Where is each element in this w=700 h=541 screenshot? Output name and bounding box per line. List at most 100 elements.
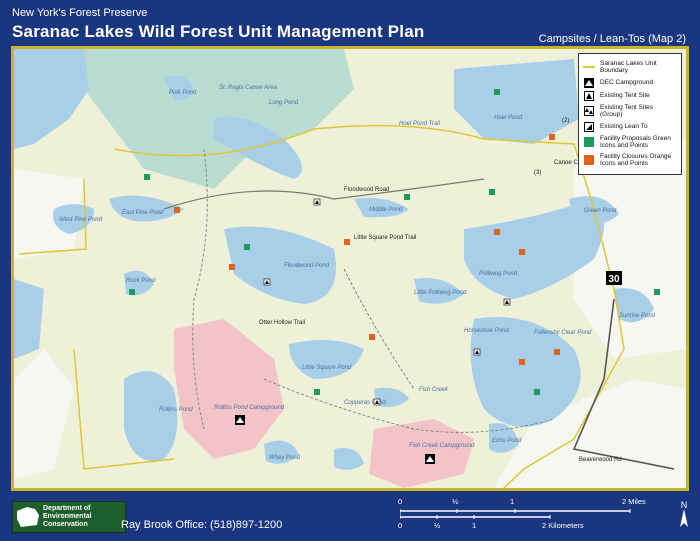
scale-mile-0: 0 [398, 497, 403, 506]
proposal-icon [583, 137, 595, 148]
middle-pond-label: Middle Pond [369, 207, 403, 213]
proposal-marker[interactable] [494, 89, 500, 95]
legend-item: DEC Campground [583, 77, 677, 88]
little-polliwog-label: Little Polliwog Pond [414, 290, 467, 296]
legend-label: Existing Lean To [600, 123, 648, 131]
floodwood-pond-label: Floodwood Pond [284, 263, 330, 269]
campground-icon[interactable] [235, 415, 245, 425]
sunrise-label: Sunrise Pond [619, 313, 656, 319]
closure-marker[interactable] [369, 334, 375, 340]
scale-mile-half: ½ [452, 497, 459, 506]
group-tent-site-icon [583, 106, 595, 117]
ny-state-icon [17, 507, 39, 527]
map-legend: Saranac Lakes Unit Boundary DEC Campgrou… [578, 53, 682, 175]
legend-label: DEC Campground [600, 79, 654, 87]
agency-name: Department of Environmental Conservation [43, 505, 92, 528]
hoel-pond-label: Hoel Pond [494, 115, 523, 121]
closure-marker[interactable] [174, 207, 180, 213]
office-phone: Ray Brook Office: (518)897-1200 [121, 519, 283, 531]
legend-item: Facility Proposals Green Icons and Point… [583, 135, 677, 150]
proposal-marker[interactable] [534, 389, 540, 395]
tent-site-icon [583, 90, 595, 101]
map-frame: New York's Forest Preserve Saranac Lakes… [0, 0, 700, 541]
proposal-marker[interactable] [144, 174, 150, 180]
bear-num-label: (3) [534, 170, 541, 176]
route-30-label: 30 [608, 274, 620, 285]
boundary-line-icon [583, 62, 595, 72]
scale-km-half: ½ [434, 521, 441, 530]
closure-marker[interactable] [494, 229, 500, 235]
proposal-marker[interactable] [314, 389, 320, 395]
east-pine-label: East Pine Pond [122, 210, 164, 216]
green-pond-label: Green Pond [584, 208, 617, 214]
legend-item: Existing Tent Site [583, 90, 677, 101]
follensby-label: Follensby Clear Pond [534, 330, 592, 336]
legend-label: Saranac Lakes Unit Boundary [600, 60, 657, 75]
scale-km-2: 2 Kilometers [542, 521, 584, 530]
tent-site-marker[interactable] [263, 278, 271, 286]
lean-to-icon [583, 121, 595, 132]
scale-mile-2: 2 Miles [622, 497, 646, 506]
page-title: Saranac Lakes Wild Forest Unit Managemen… [12, 22, 425, 41]
west-pine-label: West Pine Pond [59, 217, 103, 223]
closure-marker[interactable] [554, 349, 560, 355]
header-subtitle: New York's Forest Preserve [12, 7, 148, 19]
proposal-marker[interactable] [404, 194, 410, 200]
polliwog-label: Polliwog Pond [479, 271, 518, 277]
little-square-trail-label: Little Square Pond Trail [354, 235, 416, 241]
legend-item: Existing Lean To [583, 121, 677, 132]
scale-mile-1: 1 [510, 497, 515, 506]
legend-label: Facility Closures Orange Icons and Point… [600, 152, 672, 168]
tent-site-marker[interactable] [373, 398, 381, 406]
otter-hollow-label: Otter Hollow Trail [259, 320, 305, 326]
fish-creek-label: Fish Creek [419, 387, 449, 393]
campground-icon [583, 77, 595, 88]
legend-item: Existing Tent Sites (Group) [583, 104, 677, 119]
closure-marker[interactable] [519, 249, 525, 255]
horseshoe-label: Horseshoe Pond [464, 328, 509, 334]
closure-icon [583, 155, 595, 166]
rollins-cg-label: Rollins Pond Campground [214, 405, 285, 411]
legend-item: Facility Closures Orange Icons and Point… [583, 153, 677, 168]
legend-label: Existing Tent Site [600, 92, 650, 100]
north-arrow-icon: N [676, 499, 692, 529]
dec-logo: Department of Environmental Conservation [12, 501, 126, 533]
long-pond-label: Long Pond [269, 100, 299, 106]
closure-marker[interactable] [519, 359, 525, 365]
floodwood-road-label: Floodwood Road [344, 187, 389, 193]
campground-icon[interactable] [425, 454, 435, 464]
pink-pond-label: Pink Pond [169, 90, 197, 96]
rock-pond-label: Rock Pond [126, 278, 156, 284]
pond-water [124, 371, 178, 461]
scale-bar: 0 ½ 1 2 Miles 0 ½ 1 2 Kilometers [390, 495, 670, 539]
svg-text:N: N [681, 500, 688, 510]
scale-km-1: 1 [472, 521, 477, 530]
map-footer: Department of Environmental Conservation… [0, 491, 700, 541]
rollins-label: Rollins Pond [159, 407, 193, 413]
whey-label: Whey Pond [269, 455, 301, 461]
closure-marker[interactable] [549, 134, 555, 140]
map-label: Campsites / Lean-Tos (Map 2) [538, 33, 686, 45]
tent-site-marker[interactable] [473, 348, 481, 356]
closure-marker[interactable] [229, 264, 235, 270]
beaverwood-label: Beaverwood Rd [579, 457, 622, 463]
little-square-label: Little Square Pond [302, 365, 352, 371]
map-panel[interactable]: Pink Pond St. Regis Canoe Area Long Pond… [11, 46, 689, 491]
proposal-marker[interactable] [654, 289, 660, 295]
legend-item: Saranac Lakes Unit Boundary [583, 60, 677, 75]
boundary-two-label: (2) [562, 118, 569, 124]
legend-label: Facility Proposals Green Icons and Point… [600, 134, 671, 150]
tent-site-marker[interactable] [313, 198, 321, 206]
proposal-marker[interactable] [129, 289, 135, 295]
closure-marker[interactable] [344, 239, 350, 245]
scale-km-0: 0 [398, 521, 403, 530]
tent-site-marker[interactable] [503, 298, 511, 306]
legend-label: Existing Tent Sites (Group) [600, 103, 653, 119]
scale-ruler [400, 509, 631, 519]
proposal-marker[interactable] [244, 244, 250, 250]
fish-creek-cg-label: Fish Creek Campground [409, 443, 475, 449]
hoel-pond-trail-label: Hoel Pond Trail [399, 121, 441, 127]
echo-label: Echo Pond [492, 438, 522, 444]
st-regis-label: St. Regis Canoe Area [219, 85, 277, 91]
proposal-marker[interactable] [489, 189, 495, 195]
